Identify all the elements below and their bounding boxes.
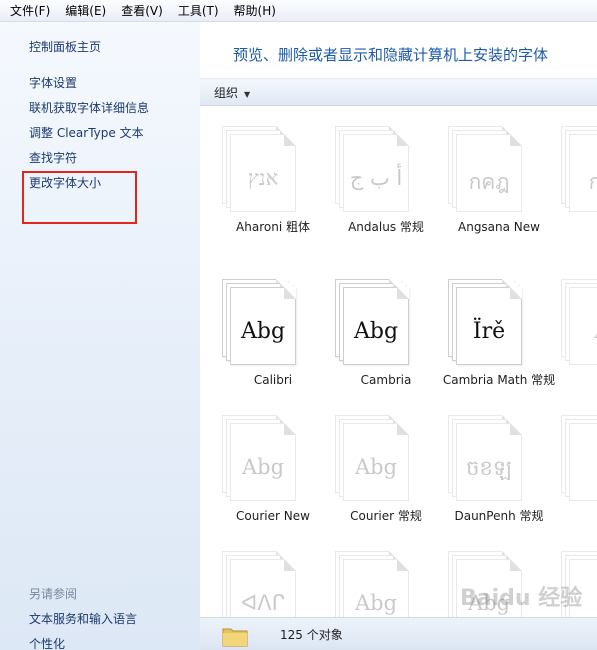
find-character-link[interactable]: 查找字符 [29, 149, 77, 166]
personalization-link[interactable]: 个性化 [29, 635, 65, 650]
font-name-label: Cambria Math 常规 [442, 373, 556, 387]
menu-bar: 文件(F) 编辑(E) 查看(V) 工具(T) 帮助(H) [0, 0, 597, 22]
font-name-label: Courier New [236, 509, 310, 523]
command-bar: 组织 ▼ [200, 78, 597, 106]
menu-tools[interactable]: 工具(T) [172, 0, 225, 22]
menu-help[interactable]: 帮助(H) [228, 0, 282, 22]
text-services-link[interactable]: 文本服务和输入语言 [29, 610, 137, 627]
font-name-label: Aharoni 粗体 [236, 220, 310, 234]
highlight-annotation-box [22, 171, 137, 224]
font-name-label: Calibri [253, 373, 293, 387]
status-bar: 125 个对象 [200, 617, 597, 650]
font-preview-glyph: กคฎ [468, 170, 510, 194]
page-title: 预览、删除或者显示和隐藏计算机上安装的字体 [233, 46, 549, 64]
font-preview-glyph: Abg [241, 455, 285, 479]
font-preview-glyph: Abg [354, 455, 398, 479]
menu-edit[interactable]: 编辑(E) [59, 0, 112, 22]
font-name-label: Ca [549, 372, 597, 388]
control-panel-home-link[interactable]: 控制面板主页 [29, 38, 101, 55]
content-header: 预览、删除或者显示和隐藏计算机上安装的字体 [200, 22, 597, 78]
font-name-label: Andalus 常规 [348, 220, 424, 234]
object-count: 125 个对象 [280, 628, 343, 642]
font-grid: אנץ Aharoni 粗体 ﺃ ﺏ ﺝ Andalus 常规 กคฎ Angsana N… [200, 107, 597, 617]
font-preview-glyph: Ïrě [472, 319, 506, 344]
font-preview-glyph: ចខឡ [466, 456, 512, 480]
organize-label: 组织 [214, 86, 239, 100]
folder-icon [222, 628, 248, 647]
font-preview-glyph: ᐊᐱᒋ [241, 591, 285, 615]
font-preview-glyph: אנץ [247, 166, 279, 190]
adjust-cleartype-link[interactable]: 调整 ClearType 文本 [29, 124, 144, 141]
navigation-pane: 控制面板主页 字体设置 联机获取字体详细信息 调整 ClearType 文本 查… [0, 22, 200, 650]
font-preview-glyph: Abg [240, 319, 286, 344]
font-preview-glyph: Abg [354, 591, 398, 615]
font-file-icon [569, 423, 597, 501]
font-name-label: Courier 常规 [350, 509, 422, 523]
font-name-label: Cambria [360, 373, 412, 387]
font-preview-glyph: Abg [353, 319, 399, 344]
font-preview-glyph: ﺃ ﺏ ﺝ [349, 166, 403, 190]
font-name-label: D [549, 508, 597, 524]
menu-file[interactable]: 文件(F) [4, 0, 56, 22]
organize-button[interactable]: 组织 ▼ [214, 84, 250, 101]
font-name-label: Angsana New [458, 220, 540, 234]
font-preview-glyph: A [569, 319, 597, 343]
chevron-down-icon: ▼ [244, 90, 251, 99]
font-name-label: Angs [549, 219, 597, 235]
font-preview-glyph: กค [588, 170, 597, 194]
font-settings-link[interactable]: 字体设置 [29, 74, 77, 91]
menu-view[interactable]: 查看(V) [115, 0, 169, 22]
font-name-label: DaunPenh 常规 [454, 509, 544, 523]
get-font-info-online-link[interactable]: 联机获取字体详细信息 [29, 99, 149, 116]
see-also-heading: 另请参阅 [29, 587, 78, 601]
watermark-logo: Baidu 经验 [460, 586, 583, 611]
